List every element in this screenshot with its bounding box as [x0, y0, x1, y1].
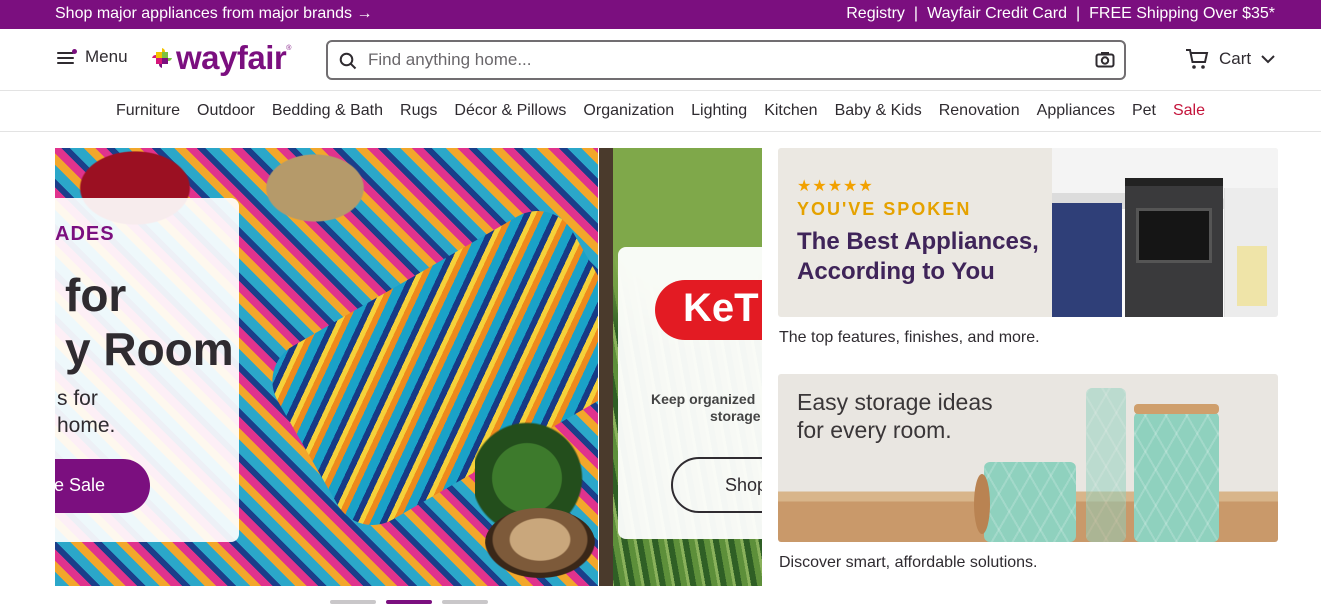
hero-slide-storage[interactable]: KeT Keep organized storage Shop — [599, 148, 762, 586]
nav-item-rugs[interactable]: Rugs — [400, 102, 437, 131]
promo-caption-storage[interactable]: Discover smart, affordable solutions. — [779, 554, 1037, 572]
nav-item-baby-kids[interactable]: Baby & Kids — [835, 102, 922, 131]
nav-item-pet[interactable]: Pet — [1132, 102, 1156, 131]
menu-label: Menu — [85, 47, 128, 66]
cart-icon — [1186, 49, 1209, 69]
rating-stars-icon: ★★★★★ — [797, 178, 874, 195]
nav-item-renovation[interactable]: Renovation — [939, 102, 1020, 131]
hero-subtext: s for home. — [57, 385, 115, 439]
carousel-dots — [330, 600, 488, 604]
trademark-symbol: ® — [286, 45, 292, 52]
cart-label: Cart — [1219, 49, 1252, 68]
menu-button[interactable]: Menu — [57, 47, 128, 67]
carousel-dot[interactable] — [330, 600, 376, 604]
carousel-dot-active[interactable] — [386, 600, 432, 604]
chevron-down-icon — [1261, 54, 1275, 63]
promo-title-line1: The Best Appliances, — [797, 228, 1039, 255]
promo-links: Registry | Wayfair Credit Card | FREE Sh… — [846, 5, 1275, 23]
canister-image — [1134, 412, 1219, 542]
separator: | — [1075, 5, 1081, 22]
logo-pinwheel-icon — [152, 48, 172, 68]
shop-sale-button[interactable]: e Sale — [55, 459, 150, 513]
hero-subtext-line1: s for — [57, 387, 98, 410]
promo-title-line2: According to You — [797, 258, 995, 285]
hero-slide2-text-line2: storage — [710, 408, 761, 424]
hero-headline-line1: for — [65, 269, 127, 321]
canister-lid-image — [974, 474, 990, 534]
hero-slide-card: KeT Keep organized storage Shop — [618, 247, 762, 539]
hero-carousel: ADES for y Room s for home. e Sale KeT K… — [55, 148, 762, 586]
hero-subtext-line2: home. — [57, 414, 116, 437]
promo-caption-appliances[interactable]: The top features, finishes, and more. — [779, 329, 1040, 347]
hamburger-icon — [57, 49, 77, 65]
promo-appliances-link[interactable]: Shop major appliances from major brands … — [55, 5, 372, 23]
promo-title-line1: Easy storage ideas — [797, 389, 993, 415]
credit-card-link[interactable]: Wayfair Credit Card — [927, 5, 1067, 23]
nav-item-lighting[interactable]: Lighting — [691, 102, 747, 131]
promo-title: Easy storage ideas for every room. — [797, 388, 993, 444]
nav-item-organization[interactable]: Organization — [583, 102, 674, 131]
hero-headline-line2: y Room — [65, 323, 234, 375]
promo-title: The Best Appliances, According to You — [797, 227, 1039, 287]
bowl-image — [485, 508, 595, 578]
nav-item-appliances[interactable]: Appliances — [1037, 102, 1115, 131]
nav-item-decor-pillows[interactable]: Décor & Pillows — [454, 102, 566, 131]
nav-item-bedding-bath[interactable]: Bedding & Bath — [272, 102, 383, 131]
promo-card-appliances[interactable]: ★★★★★ YOU'VE SPOKEN The Best Appliances,… — [778, 148, 1278, 317]
nav-item-outdoor[interactable]: Outdoor — [197, 102, 255, 131]
canister-image — [1086, 388, 1126, 542]
nav-item-sale[interactable]: Sale — [1173, 102, 1205, 131]
hero-kicker: ADES — [55, 223, 115, 245]
search-input[interactable] — [368, 50, 1068, 70]
kitchen-image — [1052, 148, 1278, 317]
promo-bar: Shop major appliances from major brands … — [0, 0, 1321, 29]
search-bar — [326, 40, 1126, 80]
logo-wordmark: wayfair — [176, 39, 287, 76]
hero-headline: for y Room — [65, 268, 234, 376]
canister-image — [984, 462, 1076, 542]
brand-badge: KeT — [655, 280, 762, 340]
nav-item-furniture[interactable]: Furniture — [116, 102, 180, 131]
promo-title-line2: for every room. — [797, 417, 952, 443]
separator: | — [913, 5, 919, 22]
hero-slide-rugs[interactable]: ADES for y Room s for home. e Sale — [55, 148, 598, 586]
promo-kicker: YOU'VE SPOKEN — [797, 199, 972, 219]
canister-lid-image — [1134, 404, 1219, 414]
wayfair-logo[interactable]: wayfair ® — [151, 39, 291, 77]
promo-card-storage[interactable]: Easy storage ideas for every room. — [778, 374, 1278, 542]
carousel-dot[interactable] — [442, 600, 488, 604]
site-header: Menu wayfair ® Find anything home... Car… — [0, 29, 1321, 91]
hero-slide-card: ADES for y Room s for home. e Sale — [55, 198, 239, 542]
search-icon[interactable] — [339, 52, 357, 70]
nav-item-kitchen[interactable]: Kitchen — [764, 102, 817, 131]
camera-search-icon[interactable] — [1095, 51, 1115, 69]
category-nav: Furniture Outdoor Bedding & Bath Rugs Dé… — [0, 91, 1321, 132]
registry-link[interactable]: Registry — [846, 5, 905, 23]
cart-button[interactable]: Cart — [1185, 48, 1275, 70]
free-shipping-link[interactable]: FREE Shipping Over $35* — [1089, 5, 1275, 23]
shop-button[interactable]: Shop — [671, 457, 762, 513]
hero-slide2-text-line1: Keep organized — [651, 391, 756, 407]
